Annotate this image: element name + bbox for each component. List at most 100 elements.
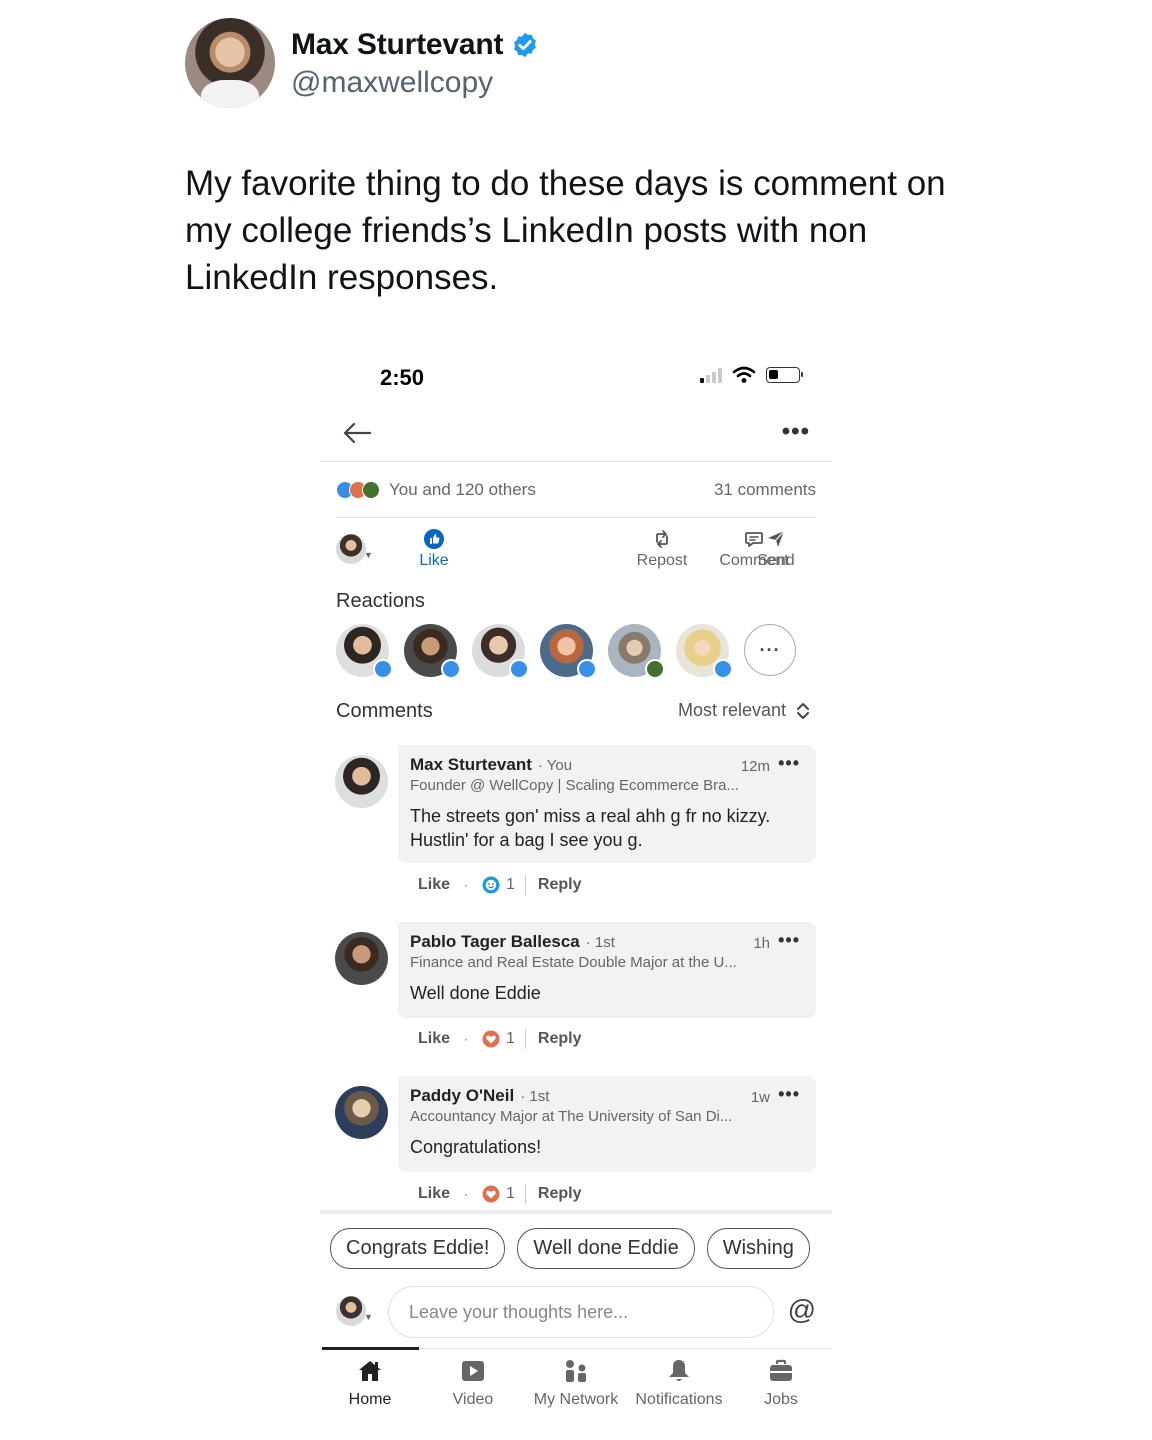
sort-label: Most relevant	[677, 700, 786, 720]
comment-input[interactable]: Leave your thoughts here...	[388, 1286, 774, 1338]
commenter-avatar[interactable]	[335, 1086, 388, 1139]
briefcase-icon	[770, 1359, 792, 1381]
comment-text-line: Hustlin' for a bag I see you g.	[410, 830, 643, 850]
comment-reply-button[interactable]: Reply	[538, 1185, 582, 1203]
divider	[524, 875, 526, 895]
comment-header: Pablo Tager Ballesca · 1st	[410, 932, 804, 952]
connection-degree: · 1st	[585, 934, 615, 951]
actor-caret-icon[interactable]: ▼	[364, 550, 373, 560]
comment-time: 1w	[750, 1089, 770, 1106]
comment-item: Max Sturtevant · You 12m ••• Founder @ W…	[320, 745, 832, 905]
send-button[interactable]: Send	[726, 528, 826, 570]
repost-button[interactable]: Repost	[612, 528, 712, 570]
comment-item: Paddy O'Neil · 1st 1w ••• Accountancy Ma…	[320, 1076, 832, 1216]
comment-bubble: Max Sturtevant · You 12m ••• Founder @ W…	[398, 745, 816, 863]
commenter-headline: Finance and Real Estate Double Major at …	[410, 954, 737, 971]
reactions-count-text[interactable]: You and 120 others	[389, 480, 536, 500]
suggested-reply-chip[interactable]: Wishing	[706, 1228, 810, 1269]
suggested-reply-chip[interactable]: Congrats Eddie!	[330, 1228, 506, 1269]
comments-count-text[interactable]: 31 comments	[714, 480, 816, 500]
video-icon	[462, 1361, 484, 1381]
like-reaction-icon	[713, 659, 733, 679]
bell-icon	[669, 1360, 689, 1381]
tab-label: Video	[452, 1391, 494, 1408]
comment-like-button[interactable]: Like	[418, 1185, 450, 1203]
bottom-tab-bar: Home Video My Network Notifications Jobs	[318, 1347, 833, 1428]
comment-text: Well done Eddie	[410, 983, 541, 1003]
comment-text: The streets gon' miss a real ahh g fr no…	[410, 804, 804, 852]
tab-jobs[interactable]: Jobs	[729, 1357, 833, 1409]
post-top-bar: •••	[320, 410, 832, 462]
linkedin-screenshot: 2:50 ••• You and 120 others 31 comments …	[320, 350, 832, 1440]
comment-like-button[interactable]: Like	[418, 1030, 450, 1048]
reactor-avatar[interactable]	[472, 624, 529, 679]
divider	[524, 1184, 526, 1204]
comment-reaction-count[interactable]: 1	[506, 1030, 515, 1048]
comments-heading: Comments	[336, 700, 433, 722]
comment-reaction-count[interactable]: 1	[506, 1185, 515, 1203]
comment-actions: Like · 1 Reply	[418, 875, 582, 895]
reactor-avatar[interactable]	[336, 624, 393, 679]
like-reaction-icon	[441, 659, 461, 679]
divider	[524, 1029, 526, 1049]
comment-more-icon[interactable]: •••	[778, 930, 800, 951]
author-handle[interactable]: @maxwellcopy	[291, 66, 493, 100]
repost-label: Repost	[636, 552, 688, 569]
comment-item: Pablo Tager Ballesca · 1st 1h ••• Financ…	[320, 922, 832, 1062]
composer-avatar[interactable]	[336, 1296, 366, 1326]
commenter-avatar[interactable]	[335, 755, 388, 808]
like-reaction-icon	[577, 659, 597, 679]
comment-like-button[interactable]: Like	[418, 876, 450, 894]
comment-time: 1h	[753, 935, 770, 952]
network-icon	[566, 1360, 586, 1382]
reactor-avatar[interactable]	[404, 624, 461, 679]
heart-reaction-icon	[482, 1030, 500, 1048]
suggested-replies: Congrats Eddie! Well done Eddie Wishing	[320, 1210, 832, 1276]
active-tab-indicator	[322, 1347, 419, 1350]
verified-badge-icon	[514, 32, 537, 58]
status-icons	[700, 366, 803, 384]
chips-fade	[822, 1214, 832, 1276]
commenter-name[interactable]: Max Sturtevant	[410, 755, 532, 775]
cell-signal-icon	[700, 367, 722, 383]
author-name[interactable]: Max Sturtevant	[291, 28, 503, 62]
mention-icon[interactable]: @	[788, 1294, 816, 1326]
celebrate-reaction-icon	[362, 480, 380, 499]
tab-video[interactable]: Video	[421, 1357, 525, 1409]
comment-reply-button[interactable]: Reply	[538, 876, 582, 894]
actor-avatar[interactable]	[336, 534, 366, 564]
composer-caret-icon[interactable]: ▼	[364, 1312, 373, 1322]
more-reactors-button[interactable]: ···	[744, 624, 796, 676]
comment-text: Congratulations!	[410, 1137, 542, 1157]
commenter-avatar[interactable]	[335, 932, 388, 985]
suggested-reply-chip[interactable]: Well done Eddie	[517, 1228, 695, 1269]
back-arrow-icon[interactable]	[340, 416, 374, 450]
comment-reply-button[interactable]: Reply	[538, 1030, 582, 1048]
tab-my-network[interactable]: My Network	[524, 1357, 628, 1409]
reaction-summary[interactable]: You and 120 others	[336, 480, 536, 500]
more-options-icon[interactable]: •••	[782, 418, 810, 446]
commenter-name[interactable]: Pablo Tager Ballesca	[410, 932, 580, 952]
tab-home[interactable]: Home	[318, 1357, 422, 1409]
author-avatar[interactable]	[185, 18, 275, 108]
sort-dropdown[interactable]: Most relevant	[678, 700, 810, 721]
heart-reaction-icon	[482, 1185, 500, 1203]
tab-notifications[interactable]: Notifications	[627, 1357, 731, 1409]
comment-header: Paddy O'Neil · 1st	[410, 1086, 804, 1106]
send-label: Send	[757, 552, 795, 569]
reactor-avatar[interactable]	[676, 624, 733, 679]
commenter-name[interactable]: Paddy O'Neil	[410, 1086, 514, 1106]
like-button[interactable]: Like	[384, 528, 484, 570]
reactors-list: ···	[336, 624, 796, 679]
comment-bubble: Pablo Tager Ballesca · 1st 1h ••• Financ…	[398, 922, 816, 1018]
separator-dot: ·	[464, 1032, 469, 1046]
comment-more-icon[interactable]: •••	[778, 1084, 800, 1105]
battery-icon	[766, 367, 803, 383]
separator-dot: ·	[464, 1187, 469, 1201]
reactor-avatar[interactable]	[608, 624, 665, 679]
commenter-headline: Accountancy Major at The University of S…	[410, 1108, 733, 1125]
separator-dot: ·	[464, 878, 469, 892]
comment-more-icon[interactable]: •••	[778, 753, 800, 774]
reactor-avatar[interactable]	[540, 624, 597, 679]
comment-reaction-count[interactable]: 1	[506, 876, 515, 894]
